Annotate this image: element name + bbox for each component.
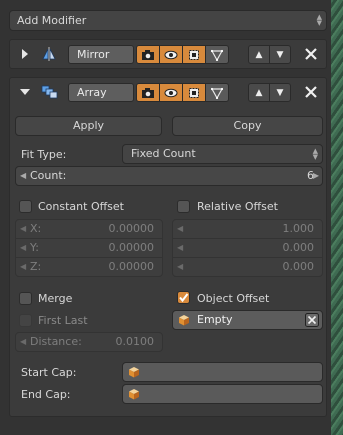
z-value: 0.000 <box>282 260 315 273</box>
relative-y-field[interactable]: ◀ 0.000 <box>172 238 323 258</box>
decrement-arrow-icon: ◀ <box>20 171 27 180</box>
decrement-arrow-icon: ◀ <box>20 262 27 271</box>
merge-checkbox[interactable] <box>19 292 32 305</box>
decrement-arrow-icon: ◀ <box>20 337 27 346</box>
cage-toggle[interactable] <box>205 45 229 64</box>
fit-type-dropdown[interactable]: Fixed Count ▲ ▼ <box>122 144 323 164</box>
arrow-up-icon: ▲ <box>255 49 263 60</box>
decrement-arrow-icon: ◀ <box>177 262 184 271</box>
relative-x-field[interactable]: ◀ 1.000 <box>172 219 323 239</box>
decrement-arrow-icon: ◀ <box>20 243 27 252</box>
checkmark-icon <box>179 293 189 303</box>
move-down-button[interactable]: ▼ <box>269 45 291 64</box>
z-value: 0.00000 <box>108 260 155 273</box>
render-toggle[interactable] <box>136 45 160 64</box>
camera-icon <box>142 87 154 98</box>
fit-type-value: Fixed Count <box>131 147 196 160</box>
decrement-arrow-icon: ◀ <box>20 224 27 233</box>
modifier-name: Array <box>77 86 107 99</box>
modifier-panel: Add Modifier ▲ ▼ Mirror ▲ ▼ Array ▲ ▼ Ap… <box>0 0 331 435</box>
clear-x-icon[interactable] <box>305 313 319 327</box>
array-modifier-icon <box>41 85 58 99</box>
offset-object-field[interactable]: Empty <box>172 310 323 330</box>
relative-offset-checkbox[interactable] <box>177 200 190 213</box>
end-cap-field[interactable] <box>122 384 323 404</box>
constant-y-field[interactable]: ◀ Y: 0.00000 <box>15 238 163 258</box>
relative-offset-fields: ◀ 1.000 ◀ 0.000 ◀ 0.000 <box>172 219 323 279</box>
editmode-toggle[interactable] <box>182 83 206 102</box>
y-value: 0.000 <box>282 241 315 254</box>
constant-offset-checkbox[interactable] <box>19 200 32 213</box>
camera-icon <box>142 49 154 60</box>
move-up-button[interactable]: ▲ <box>248 83 270 102</box>
object-offset-label: Object Offset <box>197 292 270 305</box>
editmode-toggle[interactable] <box>182 45 206 64</box>
apply-button[interactable]: Apply <box>15 116 162 136</box>
constant-z-field[interactable]: ◀ Z: 0.00000 <box>15 257 163 277</box>
modifier-name: Mirror <box>77 48 110 61</box>
editmode-icon <box>189 87 199 98</box>
count-field[interactable]: ◀ Count: 6 ▶ <box>15 166 323 186</box>
viewport-toggle[interactable] <box>159 45 183 64</box>
add-modifier-label: Add Modifier <box>17 14 87 27</box>
add-modifier-dropdown[interactable]: Add Modifier ▲ ▼ <box>9 10 327 31</box>
close-icon[interactable] <box>303 84 319 100</box>
copy-button[interactable]: Copy <box>172 116 323 136</box>
distance-label: Distance: <box>30 335 82 348</box>
object-cube-icon <box>179 315 189 326</box>
increment-arrow-icon: ▶ <box>312 171 319 180</box>
eye-icon <box>164 88 178 97</box>
modifier-name-field[interactable]: Array <box>68 83 134 102</box>
distance-value: 0.0100 <box>115 335 155 348</box>
x-label: X: <box>30 222 42 235</box>
end-cap-label: End Cap: <box>21 388 71 401</box>
object-cube-icon <box>129 367 139 378</box>
editmode-icon <box>189 49 199 60</box>
modifier-name-field[interactable]: Mirror <box>68 45 134 64</box>
z-label: Z: <box>30 260 42 273</box>
object-cube-icon <box>129 389 139 400</box>
arrow-down-icon: ▼ <box>276 87 284 98</box>
x-value: 0.00000 <box>108 222 155 235</box>
updown-arrows-icon: ▲ ▼ <box>312 147 318 161</box>
constant-offset-fields: ◀ X: 0.00000 ◀ Y: 0.00000 ◀ Z: 0.00000 <box>15 219 163 279</box>
constant-x-field[interactable]: ◀ X: 0.00000 <box>15 219 163 239</box>
decrement-arrow-icon: ◀ <box>177 243 184 252</box>
move-down-button[interactable]: ▼ <box>269 83 291 102</box>
modifier-mirror: Mirror ▲ ▼ <box>9 39 327 69</box>
render-toggle[interactable] <box>136 83 160 102</box>
viewport-background <box>330 0 343 435</box>
arrow-up-icon: ▲ <box>255 87 263 98</box>
move-up-button[interactable]: ▲ <box>248 45 270 64</box>
arrow-down-icon: ▼ <box>276 49 284 60</box>
modifier-array: Array ▲ ▼ Apply Copy Fit Type: Fixed Cou… <box>9 77 327 417</box>
eye-icon <box>164 50 178 59</box>
count-label: Count: <box>30 169 67 182</box>
viewport-toggle[interactable] <box>159 83 183 102</box>
cage-icon <box>211 49 223 61</box>
collapse-triangle-icon[interactable] <box>20 89 30 95</box>
relative-offset-label: Relative Offset <box>197 200 278 213</box>
fit-type-label: Fit Type: <box>21 148 67 161</box>
distance-field[interactable]: ◀ Distance: 0.0100 <box>15 332 163 352</box>
y-label: Y: <box>30 241 39 254</box>
close-icon[interactable] <box>303 46 319 62</box>
constant-offset-label: Constant Offset <box>38 200 124 213</box>
expand-triangle-icon[interactable] <box>22 49 28 59</box>
x-value: 1.000 <box>282 222 315 235</box>
updown-arrows-icon: ▲ ▼ <box>316 13 322 27</box>
start-cap-field[interactable] <box>122 362 323 382</box>
offset-object-value: Empty <box>197 313 233 326</box>
start-cap-label: Start Cap: <box>21 366 77 379</box>
mirror-modifier-icon <box>42 47 56 61</box>
object-offset-checkbox[interactable] <box>177 291 190 304</box>
decrement-arrow-icon: ◀ <box>177 224 184 233</box>
first-last-checkbox[interactable] <box>19 314 32 327</box>
first-last-label: First Last <box>38 314 88 327</box>
cage-toggle[interactable] <box>205 83 229 102</box>
cage-icon <box>211 87 223 99</box>
y-value: 0.00000 <box>108 241 155 254</box>
merge-label: Merge <box>38 292 73 305</box>
relative-z-field[interactable]: ◀ 0.000 <box>172 257 323 277</box>
